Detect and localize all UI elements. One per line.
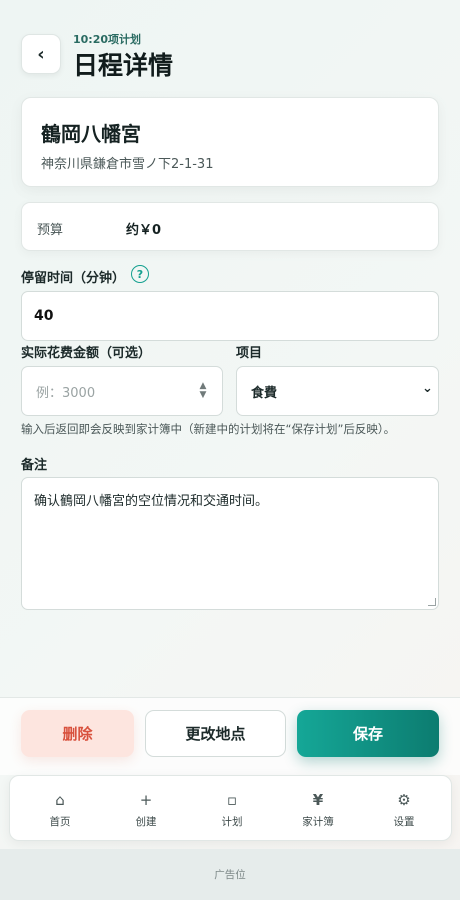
delete-button[interactable]: 删除 <box>21 710 134 757</box>
hint-text: 输入后返回即会反映到家计簿中（新建中的计划将在“保存计划”后反映）。 <box>21 422 396 436</box>
chevron-left-icon: ‹ <box>37 43 45 65</box>
cost-label: 实际花费金额（可选） <box>21 346 152 361</box>
schedule-detail-screen: ‹ 10:20项计划 日程详情 鶴岡八幡宮 神奈川県鎌倉市雪ノ下2-1-31 预… <box>0 0 460 900</box>
page-title: 日程详情 <box>73 51 174 80</box>
cost-placeholder: 例：3000 <box>36 385 96 401</box>
number-spinner-icon[interactable]: ▲ ▼ <box>197 380 209 402</box>
budget-label: 预算 <box>37 223 64 238</box>
nav-item-create[interactable]: + 创建 <box>102 776 190 842</box>
plan-subtitle: 10:20项计划 <box>73 33 142 46</box>
help-icon[interactable]: ? <box>131 265 149 283</box>
category-select[interactable]: 食費 <box>236 366 439 416</box>
resize-handle-icon[interactable] <box>428 598 436 606</box>
place-card: 鶴岡八幡宮 神奈川県鎌倉市雪ノ下2-1-31 <box>21 97 439 187</box>
plus-icon: + <box>139 791 153 809</box>
category-label: 项目 <box>236 346 263 361</box>
nav-item-ledger[interactable]: ¥ 家计簿 <box>274 776 362 842</box>
place-name: 鶴岡八幡宮 <box>41 122 141 146</box>
change-location-button[interactable]: 更改地点 <box>145 710 286 757</box>
cost-input[interactable]: 例：3000 <box>21 366 223 416</box>
save-button[interactable]: 保存 <box>297 710 439 757</box>
square-icon: ▫ <box>226 791 238 809</box>
back-button[interactable]: ‹ <box>21 34 61 74</box>
action-bar: 删除 更改地点 保存 <box>0 697 460 775</box>
category-selected: 食費 <box>251 385 278 401</box>
notes-label: 备注 <box>21 458 48 473</box>
nav-label: 计划 <box>221 816 243 828</box>
nav-label: 首页 <box>49 816 71 828</box>
budget-card: 预算 约￥0 <box>21 202 439 251</box>
notes-textarea[interactable]: 确认鶴岡八幡宮的空位情况和交通时间。 <box>21 477 439 610</box>
stay-time-input[interactable]: 40 <box>21 291 439 341</box>
ad-banner: 广告位 <box>0 849 460 900</box>
nav-label: 创建 <box>135 816 157 828</box>
budget-value: 约￥0 <box>126 223 162 238</box>
gear-icon: ⚙ <box>397 791 411 809</box>
home-icon: ⌂ <box>55 791 65 809</box>
nav-item-settings[interactable]: ⚙ 设置 <box>360 776 448 842</box>
nav-item-plans[interactable]: ▫ 计划 <box>188 776 276 842</box>
stay-time-label: 停留时间（分钟） <box>21 271 126 286</box>
bottom-nav: ⌂ 首页 + 创建 ▫ 计划 ¥ 家计簿 ⚙ 设置 <box>9 775 452 841</box>
yen-icon: ¥ <box>312 791 324 809</box>
nav-label: 家计簿 <box>302 816 334 828</box>
nav-item-home[interactable]: ⌂ 首页 <box>16 776 104 842</box>
place-address: 神奈川県鎌倉市雪ノ下2-1-31 <box>41 157 214 172</box>
nav-label: 设置 <box>393 816 415 828</box>
ad-label: 广告位 <box>214 869 246 881</box>
help-icon-glyph: ? <box>136 267 144 281</box>
chevron-down-icon: ⌄ <box>422 381 433 396</box>
